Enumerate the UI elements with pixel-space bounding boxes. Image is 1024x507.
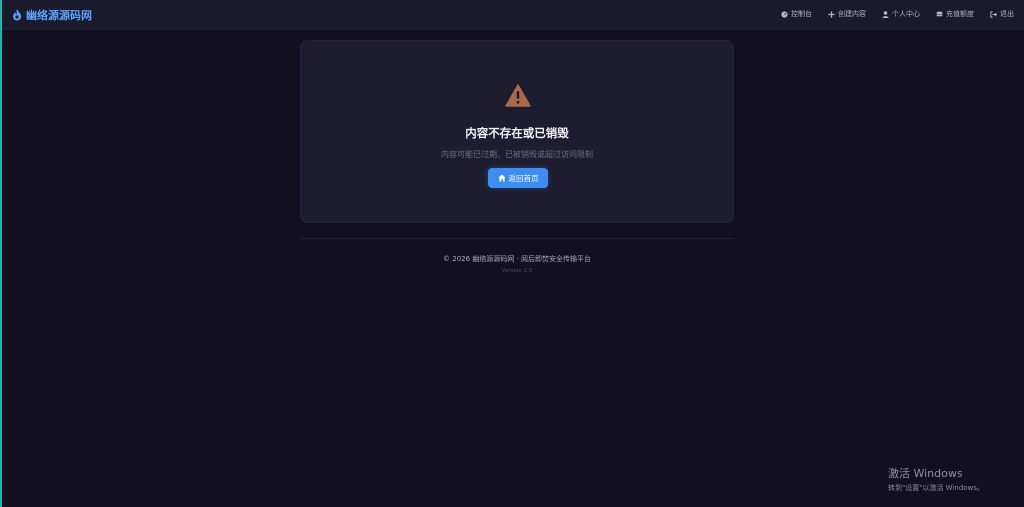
nav-profile-label: 个人中心 [892,10,920,18]
footer-version: Version 2.5 [501,268,533,274]
not-found-card: 内容不存在或已销毁 内容可能已过期、已被销毁或超过访问限制 返回首页 [300,40,734,223]
brand-logo[interactable]: 幽络源源码网 [12,7,92,23]
warning-icon [505,84,531,107]
back-home-label: 返回首页 [508,173,539,183]
nav-profile[interactable]: 个人中心 [882,9,920,19]
brand-name: 幽络源源码网 [26,9,92,22]
nav-logout[interactable]: 退出 [990,9,1014,19]
page-title: 内容不存在或已销毁 [465,126,569,140]
watermark-subtitle: 转到"设置"以激活 Windows。 [888,484,984,492]
watermark-title: 激活 Windows [888,467,963,480]
top-navbar: 幽络源源码网 控制台 创建内容 个人中心 充值额度 退出 [2,0,1024,30]
flame-icon [13,9,21,21]
nav-dashboard-label: 控制台 [791,10,812,18]
nav-create[interactable]: 创建内容 [828,9,866,19]
nav-create-label: 创建内容 [838,10,866,18]
home-icon [497,174,506,182]
plus-icon [828,10,835,18]
dashboard-icon [781,10,788,18]
nav-recharge-label: 充值额度 [946,10,974,18]
page-subtitle: 内容可能已过期、已被销毁或超过访问限制 [441,150,593,159]
logout-icon [990,10,997,18]
user-icon [882,10,889,18]
nav-menu: 控制台 创建内容 个人中心 充值额度 退出 [781,9,1014,19]
nav-logout-label: 退出 [1000,10,1014,18]
nav-recharge[interactable]: 充值额度 [936,9,974,19]
footer-copyright: © 2026 幽络源源码网 · 阅后即焚安全传输平台 [443,255,591,263]
footer-divider [300,238,734,239]
nav-dashboard[interactable]: 控制台 [781,9,812,19]
coins-icon [936,11,943,16]
back-home-button[interactable]: 返回首页 [488,168,548,188]
windows-activation-watermark: 激活 Windows 转到"设置"以激活 Windows。 [888,465,984,493]
